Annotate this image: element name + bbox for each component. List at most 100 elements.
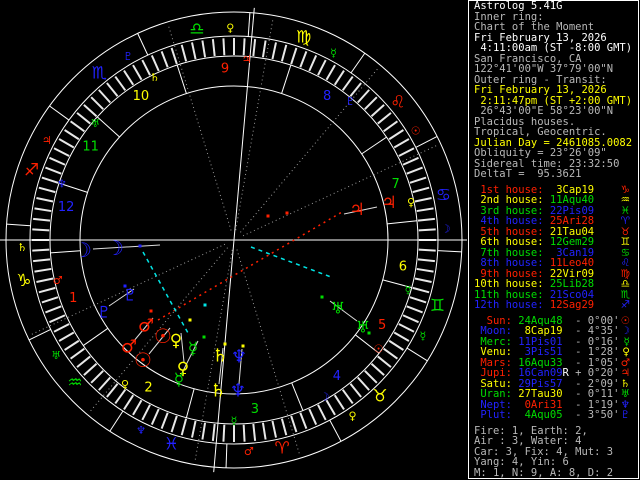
band-tick <box>201 422 207 440</box>
aspect-line-2 <box>250 246 332 278</box>
band-tick <box>41 296 59 304</box>
house-sign-glyph: ♐ <box>620 299 630 311</box>
marker-dot <box>266 214 270 218</box>
band-tick <box>418 228 436 232</box>
planet-glyph: ♅ <box>620 388 630 400</box>
wheel-sign-ruler-aries: ♂ <box>244 445 254 458</box>
band-tick <box>170 415 178 433</box>
band-tick <box>191 42 197 60</box>
band-tick <box>299 412 308 429</box>
band-tick <box>414 197 432 203</box>
wheel-planet-venus-inner: ♀ <box>170 331 182 351</box>
band-tick <box>261 422 267 440</box>
band-tick <box>325 64 336 81</box>
wheel-sign-cancer: ♋ <box>436 186 451 206</box>
band-tick <box>106 82 119 97</box>
marker-dot <box>241 344 245 348</box>
band-tick <box>34 267 52 273</box>
band-tick <box>383 347 399 360</box>
band-tick <box>45 166 62 175</box>
sign-boundary <box>137 33 149 56</box>
sign-boundary <box>415 136 438 148</box>
band-tick <box>412 286 430 294</box>
element-stats: Fire: 1, Earth: 2, Air : 3, Water: 4 Car: … <box>469 425 638 479</box>
band-tick <box>49 314 66 324</box>
band-tick <box>388 339 404 351</box>
wheel-number-9: 9 <box>221 62 229 77</box>
info-line-16: DeltaT = 95.3621 <box>474 168 582 180</box>
band-tick <box>398 147 415 157</box>
band-tick <box>364 370 378 384</box>
house-sign-glyph: ♌ <box>620 257 630 269</box>
band-tick <box>36 197 54 203</box>
wheel-sign-ruler-sagittarius: ♃ <box>42 134 52 147</box>
wheel-sign-ruler-scorpio: ♇ <box>123 50 133 63</box>
band-tick <box>357 89 370 104</box>
marker-dot <box>367 331 371 335</box>
band-tick <box>349 383 362 398</box>
band-tick <box>64 129 80 141</box>
sign-boundary <box>329 419 342 442</box>
band-tick <box>416 267 434 273</box>
band-tick <box>132 399 143 416</box>
band-tick <box>114 75 127 91</box>
band-tick <box>341 75 354 91</box>
planet-glyph: ♃ <box>620 367 630 379</box>
band-tick <box>106 383 119 398</box>
band-tick <box>377 112 392 125</box>
wheel-sign-sagittarius: ♐ <box>24 160 39 180</box>
band-tick <box>160 412 169 429</box>
house-row-12: 12th house: 12Sag29 ♐ <box>474 299 630 311</box>
band-tick <box>333 394 345 410</box>
band-tick <box>83 363 98 376</box>
wheel-sign-taurus: ♉ <box>372 387 387 407</box>
band-tick <box>211 39 216 57</box>
wheel-number-6: 6 <box>399 259 407 274</box>
marker-dot <box>203 303 207 307</box>
wheel-planet-jupiter-inner: ♃ <box>349 200 364 220</box>
band-tick <box>222 424 226 442</box>
wheel-sign-ruler-taurus: ♀ <box>349 409 357 422</box>
band-tick <box>32 228 50 232</box>
wheel-sign-ruler-capricorn: ♄ <box>17 241 27 254</box>
wheel-number-ruler-6: ☿ <box>405 283 412 296</box>
marker-dot <box>188 318 192 322</box>
band-tick <box>53 147 70 157</box>
wheel-planet-mercury-inner: ☿ <box>188 339 198 359</box>
wheel-sign-aquarius: ♒ <box>67 373 82 393</box>
wheel-sign-scorpio: ♏ <box>92 64 107 84</box>
band-tick <box>398 323 415 333</box>
wheel-number-ruler-9: ♃ <box>242 53 252 66</box>
wheel-number-ruler-1: ♂ <box>53 274 63 287</box>
band-tick <box>377 355 392 368</box>
wheel-number-ruler-7: ♀ <box>407 196 415 209</box>
marker-dot <box>123 284 127 288</box>
house-sign-glyph: ♒ <box>620 194 630 206</box>
wheel-number-ruler-2: ♀ <box>121 378 129 391</box>
band-tick <box>90 96 104 110</box>
house-sign-glyph: ♎ <box>620 278 630 290</box>
number-boundary <box>361 136 387 155</box>
wheel-number-ruler-4: ☽ <box>320 390 330 403</box>
wheel-number-ruler-5: ☉ <box>374 342 384 355</box>
wheel-sign-capricorn: ♑ <box>16 271 31 291</box>
band-tick <box>33 258 51 263</box>
wheel-number-12: 12 <box>58 200 75 215</box>
house-sign-glyph: ♊ <box>620 236 630 248</box>
marker-dot <box>223 342 227 346</box>
band-tick <box>418 248 436 252</box>
band-tick <box>33 217 51 222</box>
wheel-planet-mars-inner: ♂ <box>138 316 154 337</box>
band-tick <box>34 207 52 213</box>
planet-glyph: ♀ <box>622 346 630 358</box>
sign-boundary <box>406 347 428 362</box>
band-tick <box>333 70 345 86</box>
wheel-planet-sun-outer: ☉ <box>134 348 152 372</box>
band-tick <box>402 156 419 166</box>
wheel-sign-gemini: ♊ <box>430 296 445 316</box>
sign-boundary <box>350 52 366 74</box>
wheel-number-3: 3 <box>251 402 259 417</box>
band-tick <box>98 376 111 391</box>
number-boundary <box>82 327 109 346</box>
sign-boundary <box>437 250 462 253</box>
